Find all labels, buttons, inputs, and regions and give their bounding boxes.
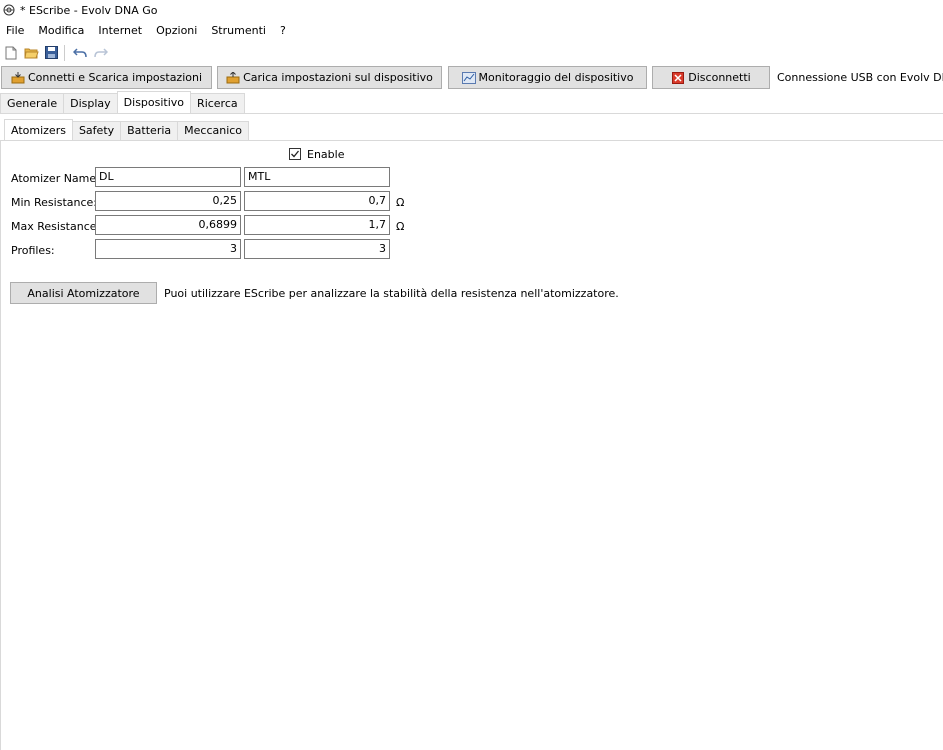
quick-toolbar (0, 42, 109, 63)
checkmark-icon (291, 150, 300, 158)
menu-internet[interactable]: Internet (92, 21, 150, 41)
main-tabs: Generale Display Dispositivo Ricerca (0, 91, 245, 113)
main-tabs-divider (0, 113, 943, 114)
upload-settings-label: Carica impostazioni sul dispositivo (243, 71, 433, 84)
app-logo-icon (3, 4, 15, 16)
monitor-chart-icon (461, 71, 476, 84)
max-resistance-label: Max Resistance: (11, 220, 101, 233)
analyze-description: Puoi utilizzare EScribe per analizzare l… (164, 287, 619, 300)
atomizer-name-field-2[interactable]: MTL (244, 167, 390, 187)
connection-status: Connessione USB con Evolv DNA Go (777, 71, 943, 84)
profiles-label: Profiles: (11, 244, 55, 257)
profiles-field-1[interactable]: 3 (95, 239, 241, 259)
menu-bar: File Modifica Internet Opzioni Strumenti… (0, 21, 943, 41)
device-download-icon (11, 71, 25, 83)
menu-modifica[interactable]: Modifica (32, 21, 92, 41)
min-resistance-field-2[interactable]: 0,7 (244, 191, 390, 211)
device-monitor-label: Monitoraggio del dispositivo (478, 71, 634, 84)
menu-strumenti[interactable]: Strumenti (205, 21, 274, 41)
undo-icon[interactable] (71, 44, 89, 62)
min-resistance-field-1[interactable]: 0,25 (95, 191, 241, 211)
max-resistance-field-1[interactable]: 0,6899 (95, 215, 241, 235)
analyze-atomizer-button[interactable]: Analisi Atomizzatore (10, 282, 157, 304)
max-resistance-unit: Ω (396, 220, 405, 233)
connect-download-button[interactable]: Connetti e Scarica impostazioni (1, 66, 212, 89)
menu-file[interactable]: File (0, 21, 32, 41)
menu-opzioni[interactable]: Opzioni (150, 21, 205, 41)
sub-tabs: Atomizers Safety Batteria Meccanico (4, 119, 250, 140)
device-monitor-button[interactable]: Monitoraggio del dispositivo (448, 66, 647, 89)
tab-batteria[interactable]: Batteria (120, 121, 179, 140)
device-upload-icon (226, 71, 240, 83)
sub-tabs-divider (0, 140, 943, 141)
upload-settings-button[interactable]: Carica impostazioni sul dispositivo (217, 66, 442, 89)
atomizer-name-field-1[interactable]: DL (95, 167, 241, 187)
save-icon[interactable] (42, 44, 60, 62)
tab-display[interactable]: Display (63, 93, 118, 113)
tab-safety[interactable]: Safety (71, 121, 122, 140)
tab-ricerca[interactable]: Ricerca (190, 93, 245, 113)
atomizer-name-label: Atomizer Name: (11, 172, 100, 185)
enable-label: Enable (307, 148, 345, 161)
tab-atomizers[interactable]: Atomizers (4, 119, 73, 140)
tab-meccanico[interactable]: Meccanico (177, 121, 250, 140)
min-resistance-label: Min Resistance: (11, 196, 97, 209)
tab-dispositivo[interactable]: Dispositivo (116, 91, 192, 112)
max-resistance-field-2[interactable]: 1,7 (244, 215, 390, 235)
profiles-field-2[interactable]: 3 (244, 239, 390, 259)
toolbar-separator (64, 44, 65, 61)
tab-generale[interactable]: Generale (0, 93, 65, 113)
menu-help[interactable]: ? (274, 21, 294, 41)
panel-left-border (0, 140, 1, 750)
window-title: * EScribe - Evolv DNA Go (20, 3, 158, 17)
disconnect-x-icon (672, 71, 685, 84)
disconnect-label: Disconnetti (688, 71, 751, 84)
min-resistance-unit: Ω (396, 196, 405, 209)
disconnect-button[interactable]: Disconnetti (652, 66, 770, 89)
open-folder-icon[interactable] (22, 44, 40, 62)
new-file-icon[interactable] (2, 44, 20, 62)
redo-icon[interactable] (91, 44, 109, 62)
enable-checkbox[interactable] (289, 148, 301, 160)
title-bar: * EScribe - Evolv DNA Go (0, 0, 943, 20)
connect-download-label: Connetti e Scarica impostazioni (27, 71, 203, 84)
